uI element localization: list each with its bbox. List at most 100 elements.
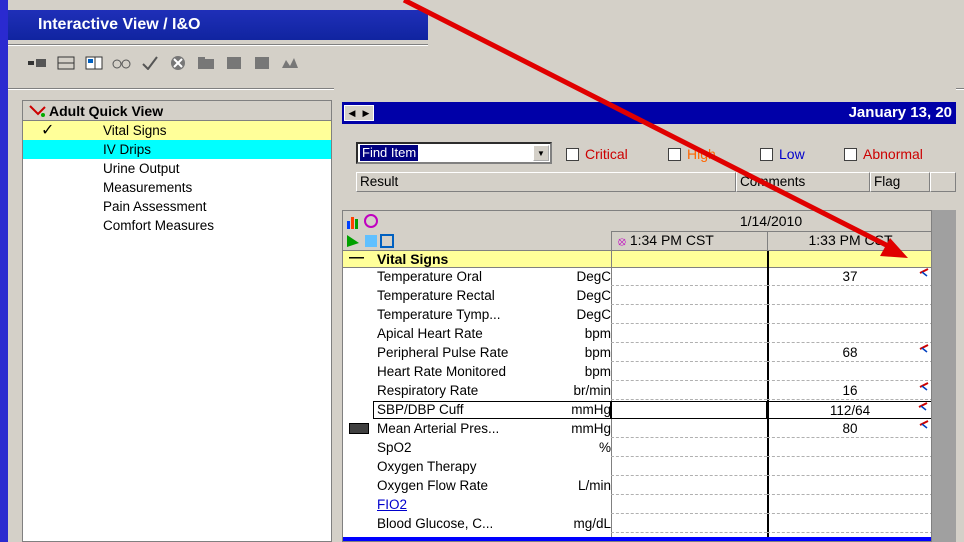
find-item-combo[interactable]: Find Item ▼ — [356, 142, 552, 164]
nav-item-pain-assessment[interactable]: Pain Assessment — [23, 197, 331, 216]
table-row[interactable]: Oxygen Therapy — [343, 458, 931, 476]
result-cell-col1[interactable] — [611, 363, 767, 381]
result-cell-col2[interactable]: 16 — [767, 382, 931, 400]
row-unit: br/min — [573, 383, 611, 398]
nav-item-iv-drips[interactable]: IV Drips — [23, 140, 331, 159]
table-row[interactable]: Temperature Oral DegC 37 — [343, 268, 931, 286]
chevron-down-icon[interactable]: ▼ — [533, 145, 549, 161]
result-cell-col2[interactable]: 68 — [767, 344, 931, 362]
result-cell-col2[interactable] — [767, 287, 931, 305]
result-cell-col1[interactable] — [611, 439, 767, 457]
row-name: Temperature Oral — [377, 269, 483, 284]
unchart-icon[interactable] — [168, 55, 188, 71]
row-name: Oxygen Therapy — [377, 459, 477, 474]
nav-item-measurements[interactable]: Measurements — [23, 178, 331, 197]
critical-checkbox[interactable] — [566, 147, 579, 161]
result-cell-col1[interactable] — [611, 515, 767, 533]
result-cell-col1[interactable] — [611, 325, 767, 343]
stethoscope-icon — [29, 104, 47, 121]
nav-item-vital-signs[interactable]: ✓ Vital Signs — [23, 121, 331, 140]
table-row[interactable]: Temperature Tymp... DegC — [343, 306, 931, 324]
table-row[interactable]: Respiratory Rate br/min 16 — [343, 382, 931, 400]
result-cell-col2[interactable]: 80 — [767, 420, 931, 438]
expand-icon[interactable] — [28, 55, 48, 71]
nav-item-label: Comfort Measures — [103, 218, 215, 233]
section-vital-signs[interactable]: — Vital Signs — [343, 249, 931, 268]
result-cell-col1[interactable] — [611, 268, 767, 286]
glasses-icon[interactable] — [112, 55, 132, 71]
left-arrow-icon[interactable]: ◀ — [349, 108, 356, 119]
document-icon[interactable] — [224, 55, 244, 71]
find-item-input[interactable] — [360, 145, 520, 161]
column-comments[interactable]: Comments — [736, 172, 870, 192]
result-cell-col1[interactable] — [611, 420, 767, 438]
right-arrow-icon[interactable]: ▶ — [363, 108, 370, 119]
row-name[interactable]: FIO2 — [377, 497, 407, 512]
nav-item-comfort-measures[interactable]: Comfort Measures — [23, 216, 331, 235]
row-name: Temperature Rectal — [377, 288, 495, 303]
result-cell-col1[interactable] — [611, 287, 767, 305]
result-cell-col2[interactable] — [767, 439, 931, 457]
table-row[interactable]: Temperature Rectal DegC — [343, 287, 931, 305]
grid-tool-icons[interactable] — [345, 213, 425, 249]
result-cell-col2[interactable]: 112/64 — [767, 401, 931, 419]
filter-critical[interactable]: Critical — [566, 146, 628, 162]
grid-time-col2[interactable]: 1:33 PM CST — [767, 231, 931, 251]
table-view-icon[interactable] — [56, 55, 76, 71]
table-row[interactable]: Heart Rate Monitored bpm — [343, 363, 931, 381]
print-icon[interactable] — [252, 55, 272, 71]
result-cell-col1[interactable] — [611, 306, 767, 324]
row-name: Oxygen Flow Rate — [377, 478, 489, 493]
grid-view-icon[interactable] — [84, 55, 104, 71]
nav-item-urine-output[interactable]: Urine Output — [23, 159, 331, 178]
result-cell-col2[interactable] — [767, 325, 931, 343]
row-unit: mmHg — [571, 402, 611, 417]
abnormal-checkbox[interactable] — [844, 147, 857, 161]
nav-item-label: IV Drips — [103, 142, 152, 157]
date-scroll-buttons[interactable]: ◀ ▶ — [344, 105, 374, 121]
row-unit: DegC — [576, 269, 611, 284]
navigator-header[interactable]: Adult Quick View — [23, 101, 331, 121]
result-cell-col2[interactable] — [767, 306, 931, 324]
column-extra[interactable] — [930, 172, 956, 192]
result-cell-col2[interactable] — [767, 515, 931, 533]
table-row[interactable]: Mean Arterial Pres... mmHg 80 — [343, 420, 931, 438]
table-row[interactable]: Apical Heart Rate bpm — [343, 325, 931, 343]
critical-label: Critical — [585, 146, 628, 162]
table-row[interactable]: FIO2 — [343, 496, 931, 514]
result-cell-col1[interactable] — [611, 382, 767, 400]
filter-high[interactable]: High — [668, 146, 716, 162]
result-cell-col1[interactable] — [611, 344, 767, 362]
table-row[interactable]: Blood Glucose, C... mg/dL — [343, 515, 931, 533]
table-row[interactable]: SBP/DBP Cuff mmHg 112/64 — [343, 401, 931, 419]
grid-scrollbar[interactable] — [932, 210, 956, 542]
collapse-icon[interactable]: — — [349, 249, 364, 266]
result-cell-col2[interactable] — [767, 363, 931, 381]
column-flag[interactable]: Flag — [870, 172, 930, 192]
result-cell-col2[interactable] — [767, 477, 931, 495]
flag-mark-icon — [919, 420, 929, 429]
grid-header: 1/14/2010 ⦻ 1:34 PM CST 1:33 PM CST — [343, 211, 931, 251]
result-cell-col1[interactable] — [611, 401, 767, 419]
result-cell-col2[interactable]: 37 — [767, 268, 931, 286]
filter-low[interactable]: Low — [760, 146, 805, 162]
result-cell-col1[interactable] — [611, 477, 767, 495]
sign-checkmark-icon[interactable] — [140, 55, 160, 71]
filter-abnormal[interactable]: Abnormal — [844, 146, 923, 162]
row-name: Temperature Tymp... — [377, 307, 501, 322]
column-result[interactable]: Result — [356, 172, 736, 192]
table-row[interactable]: SpO2% — [343, 439, 931, 457]
section-label: Vital Signs — [377, 251, 449, 267]
result-cell-col1[interactable] — [611, 458, 767, 476]
grid-time-col1[interactable]: ⦻ 1:34 PM CST — [611, 231, 767, 251]
result-cell-col2[interactable] — [767, 496, 931, 514]
folder-icon[interactable] — [196, 55, 216, 71]
row-name: Peripheral Pulse Rate — [377, 345, 509, 360]
result-cell-col2[interactable] — [767, 458, 931, 476]
low-checkbox[interactable] — [760, 147, 773, 161]
result-cell-col1[interactable] — [611, 496, 767, 514]
table-row[interactable]: Oxygen Flow Rate L/min — [343, 477, 931, 495]
table-row[interactable]: Peripheral Pulse Rate bpm 68 — [343, 344, 931, 362]
high-checkbox[interactable] — [668, 147, 681, 161]
flowsheet-icon[interactable] — [280, 55, 300, 71]
